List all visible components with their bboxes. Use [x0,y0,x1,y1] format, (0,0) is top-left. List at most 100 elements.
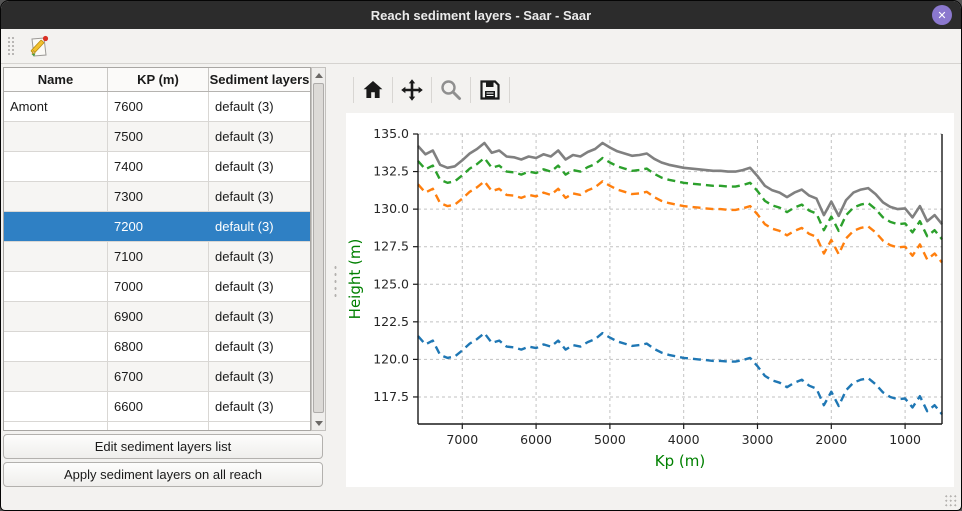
cell-layers[interactable]: default (3) [209,92,310,121]
cell-name[interactable] [4,242,108,271]
cell-kp[interactable]: 7600 [108,92,209,121]
cell-name[interactable] [4,182,108,211]
chart-svg: 7000600050004000300020001000135.0132.513… [346,113,954,487]
close-button[interactable]: ✕ [932,5,952,25]
table-row[interactable]: 6600default (3) [4,392,310,422]
table-row[interactable]: 7300default (3) [4,182,310,212]
toolbar-separator [470,77,471,103]
panel-splitter[interactable] [327,64,345,508]
table-row[interactable]: 7200default (3) [4,212,310,242]
cell-kp[interactable]: 7200 [108,212,209,241]
cell-empty [4,422,108,431]
arrow-up-icon [315,73,323,78]
title-bar[interactable]: Reach sediment layers - Saar - Saar ✕ [1,1,961,29]
cell-name[interactable] [4,152,108,181]
column-header-kp[interactable]: KP (m) [108,68,209,91]
home-button[interactable] [358,75,388,105]
toolbar-separator [509,77,510,103]
svg-text:127.5: 127.5 [373,239,409,254]
table-row[interactable]: 7100default (3) [4,242,310,272]
pan-icon [400,78,424,102]
table-row[interactable]: 7500default (3) [4,122,310,152]
cell-kp[interactable]: 7100 [108,242,209,271]
table-header: Name KP (m) Sediment layers [4,68,310,92]
svg-text:2000: 2000 [815,432,847,447]
cell-layers[interactable]: default (3) [209,242,310,271]
arrow-down-icon [315,421,323,426]
cell-layers[interactable]: default (3) [209,302,310,331]
cell-kp[interactable]: 7400 [108,152,209,181]
scroll-up-button[interactable] [312,68,325,82]
window-resize-grip[interactable] [944,494,957,507]
table-row[interactable]: Amont7600default (3) [4,92,310,122]
cell-layers[interactable]: default (3) [209,362,310,391]
cell-layers[interactable]: default (3) [209,332,310,361]
toolbar-drag-handle[interactable] [7,36,14,57]
cell-name[interactable] [4,332,108,361]
pan-button[interactable] [397,75,427,105]
chart-canvas[interactable]: 7000600050004000300020001000135.0132.513… [346,113,954,487]
edit-sediment-layers-button[interactable] [23,32,53,62]
cell-kp[interactable]: 6900 [108,302,209,331]
cell-kp[interactable]: 6800 [108,332,209,361]
cell-kp[interactable]: 7500 [108,122,209,151]
cell-layers[interactable]: default (3) [209,152,310,181]
cell-layers[interactable]: default (3) [209,182,310,211]
scrollbar-thumb[interactable] [313,83,324,413]
svg-text:125.0: 125.0 [373,276,409,291]
y-axis-label: Height (m) [346,239,364,320]
cell-kp[interactable]: 6600 [108,392,209,421]
table-body: Amont7600default (3)7500default (3)7400d… [4,92,310,431]
table-row[interactable]: 7000default (3) [4,272,310,302]
mpl-toolbar [349,73,514,107]
cell-kp[interactable]: 7300 [108,182,209,211]
scroll-down-button[interactable] [312,416,325,430]
cell-name[interactable]: Amont [4,92,108,121]
cell-name[interactable] [4,362,108,391]
cell-name[interactable] [4,212,108,241]
cell-layers[interactable]: default (3) [209,212,310,241]
cell-name[interactable] [4,392,108,421]
cell-kp[interactable]: 6700 [108,362,209,391]
table-row-empty [4,422,310,431]
svg-text:6000: 6000 [520,432,552,447]
apply-sediment-layers-button[interactable]: Apply sediment layers on all reach [3,462,323,487]
table-scrollbar[interactable] [311,67,326,431]
save-icon [478,78,502,102]
svg-text:130.0: 130.0 [373,201,409,216]
cell-name[interactable] [4,272,108,301]
svg-text:132.5: 132.5 [373,164,409,179]
edit-sediment-layers-list-button[interactable]: Edit sediment layers list [3,434,323,459]
svg-text:135.0: 135.0 [373,126,409,141]
table-row[interactable]: 6800default (3) [4,332,310,362]
cell-kp[interactable]: 7000 [108,272,209,301]
svg-text:4000: 4000 [668,432,700,447]
cell-layers[interactable]: default (3) [209,272,310,301]
svg-text:120.0: 120.0 [373,351,409,366]
close-icon: ✕ [937,9,946,22]
toolbar-separator [353,77,354,103]
svg-text:5000: 5000 [594,432,626,447]
svg-text:122.5: 122.5 [373,314,409,329]
cell-layers[interactable]: default (3) [209,122,310,151]
save-button[interactable] [475,75,505,105]
dialog-window: Reach sediment layers - Saar - Saar ✕ Na… [0,0,962,511]
window-title: Reach sediment layers - Saar - Saar [371,8,591,23]
table-row[interactable]: 6900default (3) [4,302,310,332]
toolbar-separator [431,77,432,103]
cell-name[interactable] [4,122,108,151]
column-header-name[interactable]: Name [4,68,108,91]
cell-empty [209,422,310,431]
svg-text:1000: 1000 [889,432,921,447]
plugin-toolbar [1,29,961,64]
table-row[interactable]: 6700default (3) [4,362,310,392]
zoom-button[interactable] [436,75,466,105]
column-header-layers[interactable]: Sediment layers [209,68,310,91]
table-row[interactable]: 7400default (3) [4,152,310,182]
cell-name[interactable] [4,302,108,331]
svg-text:7000: 7000 [446,432,478,447]
splitter-handle[interactable] [333,264,338,298]
sediment-table: Name KP (m) Sediment layers Amont7600def… [3,67,311,431]
svg-text:117.5: 117.5 [373,389,409,404]
cell-layers[interactable]: default (3) [209,392,310,421]
